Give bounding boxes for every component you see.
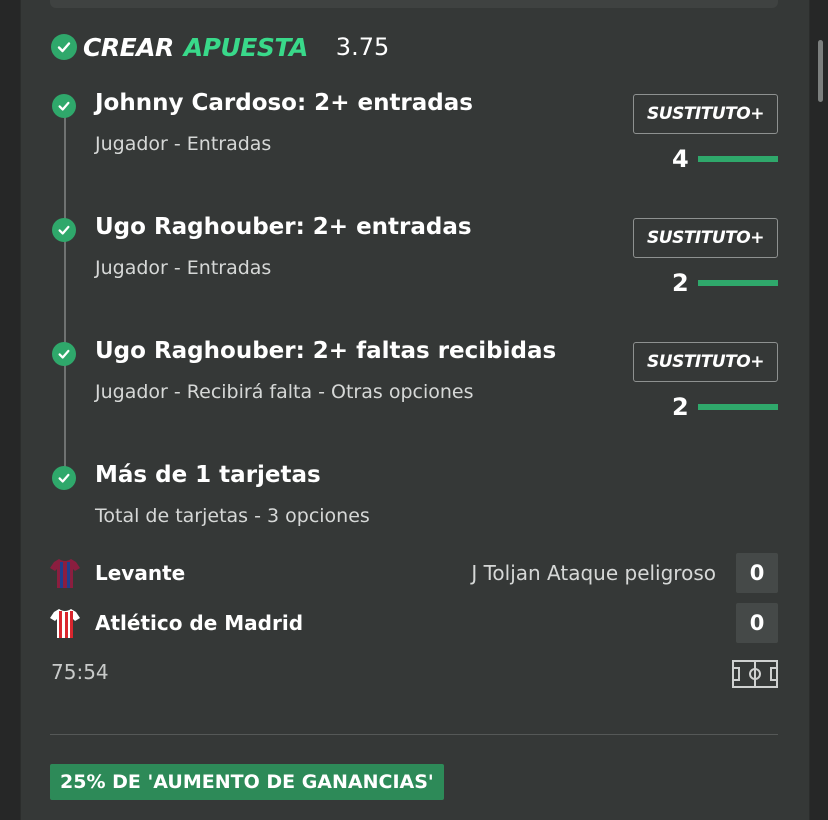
promo-badge: 25% DE 'AUMENTO DE GANANCIAS' [50,764,444,800]
score-home: 0 [736,553,778,593]
score-away: 0 [736,603,778,643]
check-circle-icon [52,218,76,242]
team-row-home: Levante J Toljan Ataque peligroso 0 [0,553,828,593]
levante-shirt-icon [50,559,80,588]
legs-timeline [64,106,66,478]
substitute-button[interactable]: SUSTITUTO+ [633,218,778,258]
leg-title: Ugo Raghouber: 2+ faltas recibidas [95,338,557,364]
bet-builder-header: CREAR APUESTA 3.75 [51,30,389,64]
leg-title: Más de 1 tarjetas [95,462,321,488]
previous-card-edge [50,0,778,8]
leg-subtitle: Total de tarjetas - 3 opciones [95,505,370,527]
leg-subtitle: Jugador - Entradas [95,257,272,279]
leg-count: 2 [672,393,689,421]
live-event-text: J Toljan Ataque peligroso [471,561,716,585]
divider [50,734,778,735]
leg-subtitle: Jugador - Entradas [95,133,272,155]
header-title-apuesta: APUESTA [183,32,309,62]
leg-count-bar [698,404,778,410]
header-title-crear: CREAR [83,32,174,62]
team-row-away: Atlético de Madrid 0 [0,603,828,643]
team-name-home: Levante [95,561,186,585]
leg-subtitle: Jugador - Recibirá falta - Otras opcione… [95,381,474,403]
check-circle-icon [51,34,77,60]
check-circle-icon [52,466,76,490]
team-name-away: Atlético de Madrid [95,611,304,635]
substitute-button[interactable]: SUSTITUTO+ [633,342,778,382]
pitch-icon[interactable] [732,660,778,688]
atletico-shirt-icon [50,609,80,638]
check-circle-icon [52,342,76,366]
leg-title: Ugo Raghouber: 2+ entradas [95,214,472,240]
substitute-button[interactable]: SUSTITUTO+ [633,94,778,134]
leg-count-bar [698,280,778,286]
match-clock: 75:54 [51,660,109,684]
check-circle-icon [52,94,76,118]
bet-odds: 3.75 [335,33,390,61]
scrollbar[interactable] [818,40,823,102]
leg-count: 4 [672,145,689,173]
leg-title: Johnny Cardoso: 2+ entradas [95,90,473,116]
leg-count-bar [698,156,778,162]
leg-count: 2 [672,269,689,297]
